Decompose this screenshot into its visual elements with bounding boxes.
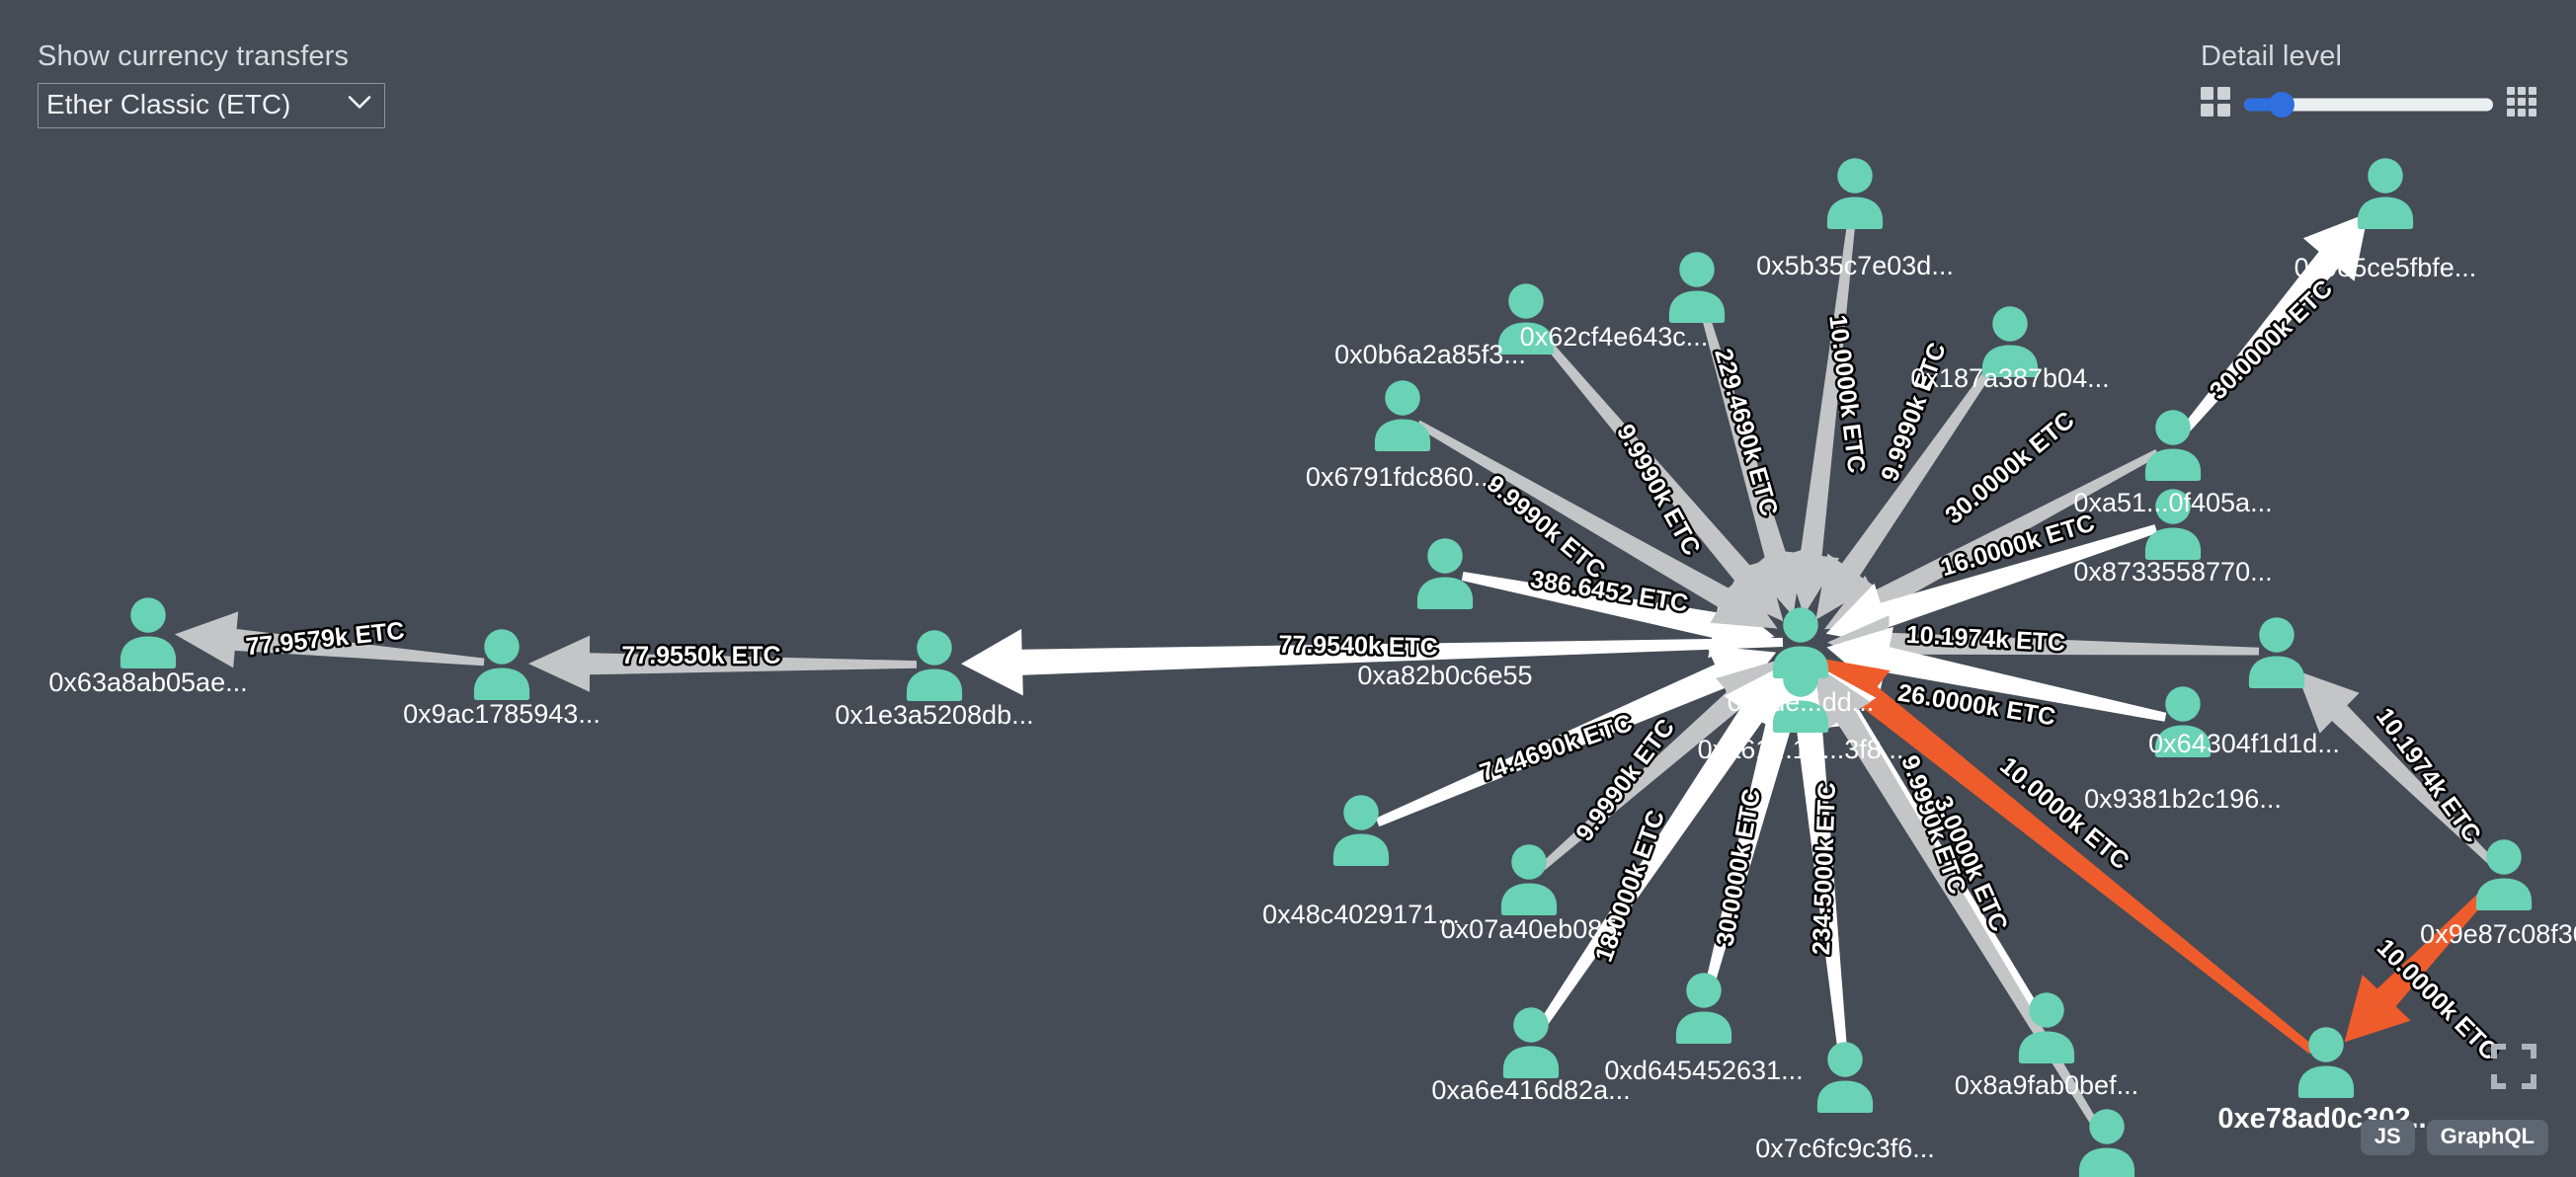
- detail-level-control: Detail level: [2201, 39, 2536, 121]
- transfer-graph-canvas[interactable]: 77.9579k ETC 77.9550k ETC 77.9540k ETC386.…: [0, 0, 2576, 1177]
- graph-node-label: 0xa51...0f405a...: [2073, 488, 2272, 517]
- graph-node-label: 0x9e5ce5fbfe...: [2294, 253, 2477, 282]
- graph-node-person-icon[interactable]: [2357, 158, 2414, 229]
- graph-node-person-icon[interactable]: [1826, 158, 1884, 229]
- currency-select[interactable]: Ether Classic (ETC): [38, 83, 385, 128]
- graph-node-label: 0x62cf4e643c...: [1520, 322, 1709, 352]
- graph-node-label: 0x187a387b04...: [1910, 363, 2109, 393]
- engine-badges: JS GraphQL: [2360, 1120, 2548, 1155]
- detail-level-label: Detail level: [2201, 40, 2343, 72]
- graph-node-person-icon[interactable]: [1668, 252, 1726, 323]
- badge-js[interactable]: JS: [2360, 1120, 2415, 1155]
- currency-select-wrapper: Ether Classic (ETC): [38, 83, 385, 128]
- graph-node-person-icon[interactable]: [2078, 1109, 2135, 1177]
- graph-node-label: 0x9381b2c196...: [2084, 784, 2282, 814]
- graph-node-label: 0x7c6fc9c3f6...: [1755, 1134, 1935, 1163]
- graph-node-label: 0xd645452631...: [1604, 1056, 1803, 1085]
- graph-node-person-icon[interactable]: [1332, 795, 1390, 866]
- graph-edge-amount-label: 9.9990k ETC: [1876, 339, 1952, 485]
- grid-3x3-icon[interactable]: [2507, 87, 2536, 121]
- graph-node-person-icon[interactable]: [1816, 1042, 1874, 1113]
- graph-edge-amount-label: 10.1974k ETC: [2371, 703, 2486, 848]
- grid-2x2-icon[interactable]: [2201, 87, 2230, 121]
- graph-node-label: 0x63a8ab05ae...: [48, 667, 247, 697]
- currency-transfers-label: Show currency transfers: [38, 40, 349, 72]
- graph-node-person-icon[interactable]: [120, 597, 177, 668]
- graph-node-label: 0xa6e416d82a...: [1431, 1075, 1630, 1105]
- graph-node-label: 0xa82b0c6e55: [1357, 661, 1532, 690]
- graph-edge-amount-label: 229.4690k ETC: [1709, 346, 1783, 519]
- graph-edge-amount-label: 77.9550k ETC: [621, 642, 780, 669]
- graph-edge-amount-label: 30.0000k ETC: [2205, 275, 2338, 405]
- graph-node-person-icon[interactable]: [1374, 380, 1431, 451]
- graph-node-label: 0x9ac1785943...: [403, 699, 601, 729]
- detail-level-slider-row: [2201, 87, 2536, 121]
- graph-node-person-icon[interactable]: [2297, 1027, 2355, 1098]
- graph-node-person-icon[interactable]: [1675, 973, 1732, 1044]
- graph-node-label: 0x9e87c08f30: [2420, 919, 2576, 949]
- graph-node-label: 0x8733558770...: [2073, 557, 2272, 587]
- graph-node-label: 0xa61...1b...3f8...: [1698, 735, 1904, 764]
- graph-node-label: 0x1e3a5208db...: [835, 700, 1033, 730]
- graph-node-label: 0x8a9fab0bef...: [1955, 1070, 2138, 1100]
- graph-node-label: 0x64304f1d1d...: [2148, 729, 2340, 758]
- graph-node-label: 0x5b35c7e03d...: [1756, 251, 1954, 280]
- graph-node-person-icon[interactable]: [1500, 844, 1558, 915]
- graph-node-label: 0x6791fdc860...: [1306, 462, 1495, 492]
- graph-edge-amount-label: 30.0000k ETC: [1711, 787, 1766, 949]
- fullscreen-icon[interactable]: [2491, 1044, 2536, 1094]
- graph-node-label: 0x2de...dd...: [1728, 687, 1875, 717]
- currency-transfers-control: Show currency transfers Ether Classic (E…: [38, 39, 385, 128]
- graph-node-label: 0x48c4029171...: [1262, 900, 1460, 929]
- badge-graphql[interactable]: GraphQL: [2426, 1120, 2548, 1155]
- graph-node-label: 0x0b6a2a85f3...: [1334, 340, 1526, 369]
- graph-edge[interactable]: [1821, 658, 2315, 1055]
- graph-edge-amount-label: 77.9540k ETC: [1278, 631, 1438, 662]
- nodes-layer: [120, 158, 2533, 1177]
- graph-node-label: 0x07a40eb085: [1441, 914, 1618, 944]
- slider-thumb[interactable]: [2268, 91, 2294, 118]
- detail-level-slider[interactable]: [2244, 91, 2493, 118]
- graph-visualization-app: 77.9579k ETC 77.9550k ETC 77.9540k ETC 386.…: [0, 0, 2576, 1177]
